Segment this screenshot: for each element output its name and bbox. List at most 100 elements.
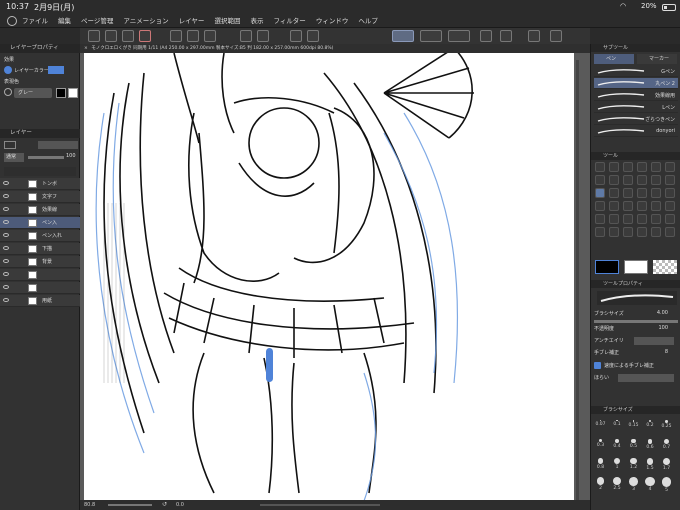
eye-icon[interactable] [3,233,9,237]
canvas-tab-close-icon[interactable]: × [84,46,88,51]
select-tool-icon[interactable] [595,227,605,237]
menu-item[interactable]: ウィンドウ [316,14,349,28]
undo-icon[interactable] [240,30,252,42]
color-white-swatch[interactable] [68,88,78,98]
line-fix-tool-icon[interactable] [623,201,633,211]
eyedropper-tool-icon[interactable] [623,227,633,237]
blend-tool-icon[interactable] [651,201,661,211]
blend-mode-select[interactable]: 通常 [4,153,24,162]
opacity-slider[interactable] [28,156,64,159]
hand-tool-icon[interactable] [651,214,661,224]
rotate-left-icon[interactable]: ↺ [162,500,167,510]
layer-row[interactable]: 背景 [0,256,80,268]
layer-row[interactable]: 文字フ [0,191,80,203]
deselect-icon[interactable] [307,30,319,42]
tab-marker[interactable]: マーカー [637,54,677,64]
airbrush-tool-icon[interactable] [651,175,661,185]
menu-item[interactable]: 編集 [58,14,71,28]
snap-grid-icon[interactable] [448,30,470,42]
clear-icon[interactable] [170,30,182,42]
zoom-tool-icon[interactable] [623,214,633,224]
transform-icon[interactable] [290,30,302,42]
eye-icon[interactable] [3,272,9,276]
color-black-swatch[interactable] [56,88,66,98]
eye-icon[interactable] [3,259,9,263]
pen-tool-icon[interactable] [637,227,647,237]
subtool-item[interactable]: Lペン [594,102,678,113]
zoom-tool-icon[interactable] [595,162,605,172]
antialias-selector[interactable] [634,337,674,345]
canvas-tab-title[interactable]: モノクロエロくがき 同期用 1/11 (A4 250.00 x 297.00mm… [91,46,333,51]
import-icon[interactable] [480,30,492,42]
pen-tool-icon[interactable] [609,175,619,185]
open-file-icon[interactable] [122,30,134,42]
brush-size-value[interactable]: 4.00 [657,310,668,316]
brush-size-preset[interactable]: 1.7 [660,456,673,472]
menu-item[interactable]: レイヤー [179,14,205,28]
select-tool-icon[interactable] [651,162,661,172]
layer-row[interactable] [0,269,80,281]
brush-size-preset[interactable]: 0.15 [627,418,640,434]
eye-icon[interactable] [3,285,9,289]
stabilization-value[interactable]: 8 [665,349,668,355]
menu-item[interactable]: フィルター [273,14,305,28]
magic-wand-tool-icon[interactable] [665,162,675,172]
menu-icon[interactable] [88,30,100,42]
sub-color-swatch[interactable] [624,260,648,274]
layer-row[interactable] [0,282,80,294]
brush-size-preset[interactable]: 5 [660,475,673,493]
magic-wand-tool-icon[interactable] [609,227,619,237]
correct-tool-icon[interactable] [637,201,647,211]
lasso-tool-icon[interactable] [637,162,647,172]
brush-size-preset[interactable]: 1 [611,456,624,472]
lasso-tool-icon[interactable] [665,214,675,224]
eye-icon[interactable] [3,194,9,198]
subtool-item[interactable]: ざらつきペン [594,114,678,125]
layer-color-toggle[interactable] [4,66,12,74]
fill-tool-icon[interactable] [609,188,619,198]
flag-tool-icon[interactable] [609,214,619,224]
clear-outside-icon[interactable] [187,30,199,42]
menu-item[interactable]: 表示 [250,14,263,28]
text-tool-icon[interactable] [595,201,605,211]
layer-mode-icon[interactable] [4,141,16,149]
brush-tool-icon[interactable] [637,175,647,185]
brush-size-preset[interactable]: 4 [644,475,657,492]
transparent-color-swatch[interactable] [653,260,677,274]
brush-size-preset[interactable]: 0.6 [644,437,657,453]
subtool-item[interactable]: Gペン [594,66,678,77]
menu-item[interactable]: ページ管理 [81,14,113,28]
zoom-value[interactable]: 80.8 [84,500,95,510]
eye-icon[interactable] [3,246,9,250]
tab-pen[interactable]: ペン [594,54,634,64]
subtool-item[interactable]: 丸ペン 2 [594,78,678,89]
layer-row[interactable]: 用紙 [0,295,80,307]
export-icon[interactable] [500,30,512,42]
eye-icon[interactable] [3,298,9,302]
brush-size-preset[interactable]: 0.3 [594,437,607,453]
brush-size-preset[interactable]: 2.5 [611,475,624,491]
brush-size-preset[interactable]: 0.7 [660,437,673,453]
layer-row[interactable]: 効果線 [0,204,80,216]
balloon-tool-icon[interactable] [609,201,619,211]
shape-tool-icon[interactable] [665,201,675,211]
fullscreen-icon[interactable] [550,30,562,42]
rotation-value[interactable]: 0.0 [176,500,184,510]
vector-selector[interactable] [618,374,674,382]
expression-color-select[interactable]: グレー [14,88,52,98]
brush-tool-icon[interactable] [665,227,675,237]
brush-size-preset[interactable]: 0.1 [611,418,624,434]
gradient-tool-icon[interactable] [623,188,633,198]
zoom-slider[interactable] [108,504,152,506]
fill-icon[interactable] [204,30,216,42]
menu-item[interactable]: ヘルプ [358,14,378,28]
layer-row[interactable]: 下描 [0,243,80,255]
brush-size-preset[interactable]: 1.5 [644,456,657,472]
menu-item[interactable]: ファイル [22,14,48,28]
ruler-tool-icon[interactable] [665,188,675,198]
eye-icon[interactable] [3,181,9,185]
redo-icon[interactable] [257,30,269,42]
vertical-scrollbar[interactable] [576,60,579,500]
pencil-tool-icon[interactable] [651,227,661,237]
brush-size-preset[interactable]: 0.07 [594,418,607,434]
